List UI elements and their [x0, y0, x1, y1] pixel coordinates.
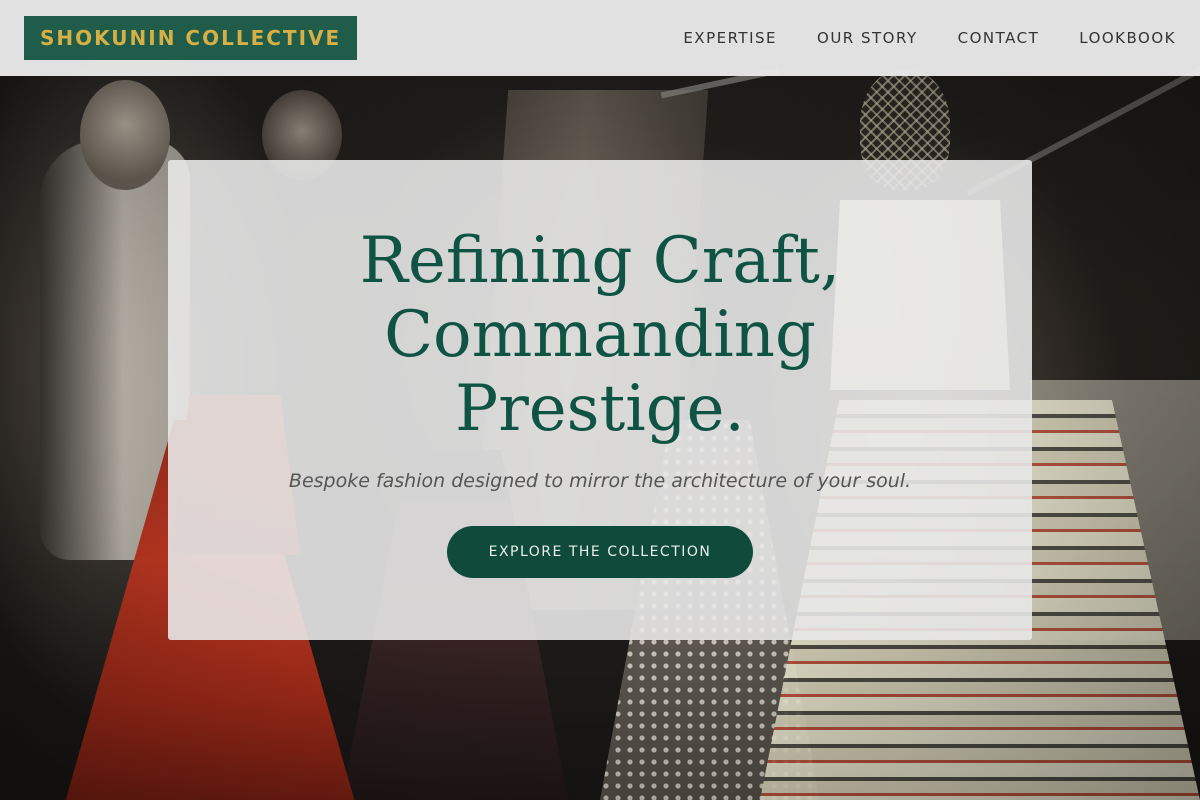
- nav-item-lookbook[interactable]: LOOKBOOK: [1079, 29, 1176, 47]
- nav-item-expertise[interactable]: EXPERTISE: [683, 29, 777, 47]
- nav-item-our-story[interactable]: OUR STORY: [817, 29, 918, 47]
- hero-card: Refining Craft, Commanding Prestige. Bes…: [168, 160, 1032, 640]
- hero-title-line-3: Prestige.: [455, 372, 745, 446]
- hero-title-line-2: Commanding: [384, 298, 816, 372]
- hero-title: Refining Craft, Commanding Prestige.: [290, 224, 910, 446]
- site-header: SHOKUNIN COLLECTIVE EXPERTISE OUR STORY …: [0, 0, 1200, 76]
- landing-page: SHOKUNIN COLLECTIVE EXPERTISE OUR STORY …: [0, 0, 1200, 800]
- brand-logo[interactable]: SHOKUNIN COLLECTIVE: [24, 16, 358, 60]
- hero-title-line-1: Refining Craft,: [359, 224, 841, 298]
- nav-item-contact[interactable]: CONTACT: [958, 29, 1040, 47]
- explore-collection-button[interactable]: EXPLORE THE COLLECTION: [447, 526, 753, 578]
- main-nav: EXPERTISE OUR STORY CONTACT LOOKBOOK: [683, 29, 1176, 47]
- hero-subtitle: Bespoke fashion designed to mirror the a…: [288, 470, 912, 492]
